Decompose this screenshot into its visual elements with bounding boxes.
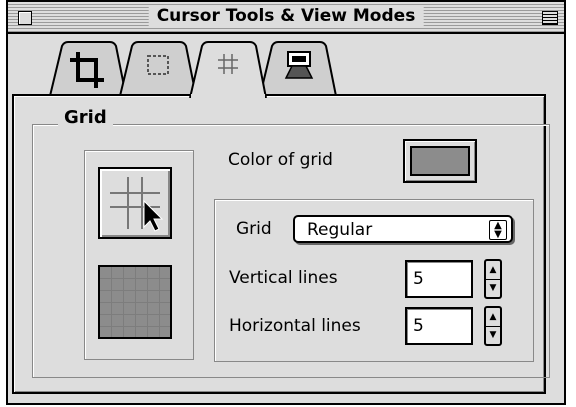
vertical-lines-label: Vertical lines <box>229 268 338 288</box>
stepper-up-icon[interactable]: ▲ <box>486 261 500 280</box>
horizontal-lines-stepper[interactable]: ▲ ▼ <box>484 306 502 346</box>
tab-selection[interactable] <box>118 40 197 96</box>
arrow-cursor-icon <box>143 199 164 232</box>
horizontal-lines-field[interactable] <box>405 307 473 345</box>
grid-type-popup[interactable]: Regular ▲ ▼ <box>293 215 513 243</box>
close-box[interactable] <box>18 11 32 25</box>
title-bar[interactable]: Cursor Tools & View Modes <box>8 2 564 34</box>
tab-grid[interactable] <box>188 40 267 98</box>
vertical-lines-field[interactable] <box>405 260 473 298</box>
grid-type-label: Grid <box>236 219 272 239</box>
vertical-lines-input[interactable] <box>413 268 467 290</box>
horizontal-lines-input[interactable] <box>413 315 467 337</box>
window-title: Cursor Tools & View Modes <box>148 6 424 26</box>
collapse-box[interactable] <box>542 11 558 25</box>
popup-arrows-icon: ▲ ▼ <box>489 220 507 240</box>
stepper-down-icon[interactable]: ▼ <box>486 326 500 344</box>
color-of-grid-label: Color of grid <box>228 150 333 170</box>
stepper-up-icon[interactable]: ▲ <box>486 308 500 327</box>
vertical-lines-stepper[interactable]: ▲ ▼ <box>484 259 502 299</box>
view-mode-icon <box>284 51 314 79</box>
tab-view-mode[interactable] <box>258 40 337 96</box>
grid-color-well[interactable] <box>403 139 477 183</box>
group-title: Grid <box>58 107 113 128</box>
horizontal-lines-label: Horizontal lines <box>229 316 361 336</box>
tab-crop[interactable] <box>48 40 127 96</box>
grid-tool-button[interactable] <box>98 167 172 239</box>
grid-color-preview <box>98 265 172 339</box>
grid-type-value: Regular <box>307 220 373 240</box>
stepper-down-icon[interactable]: ▼ <box>486 279 500 297</box>
grid-color-swatch <box>410 146 470 176</box>
